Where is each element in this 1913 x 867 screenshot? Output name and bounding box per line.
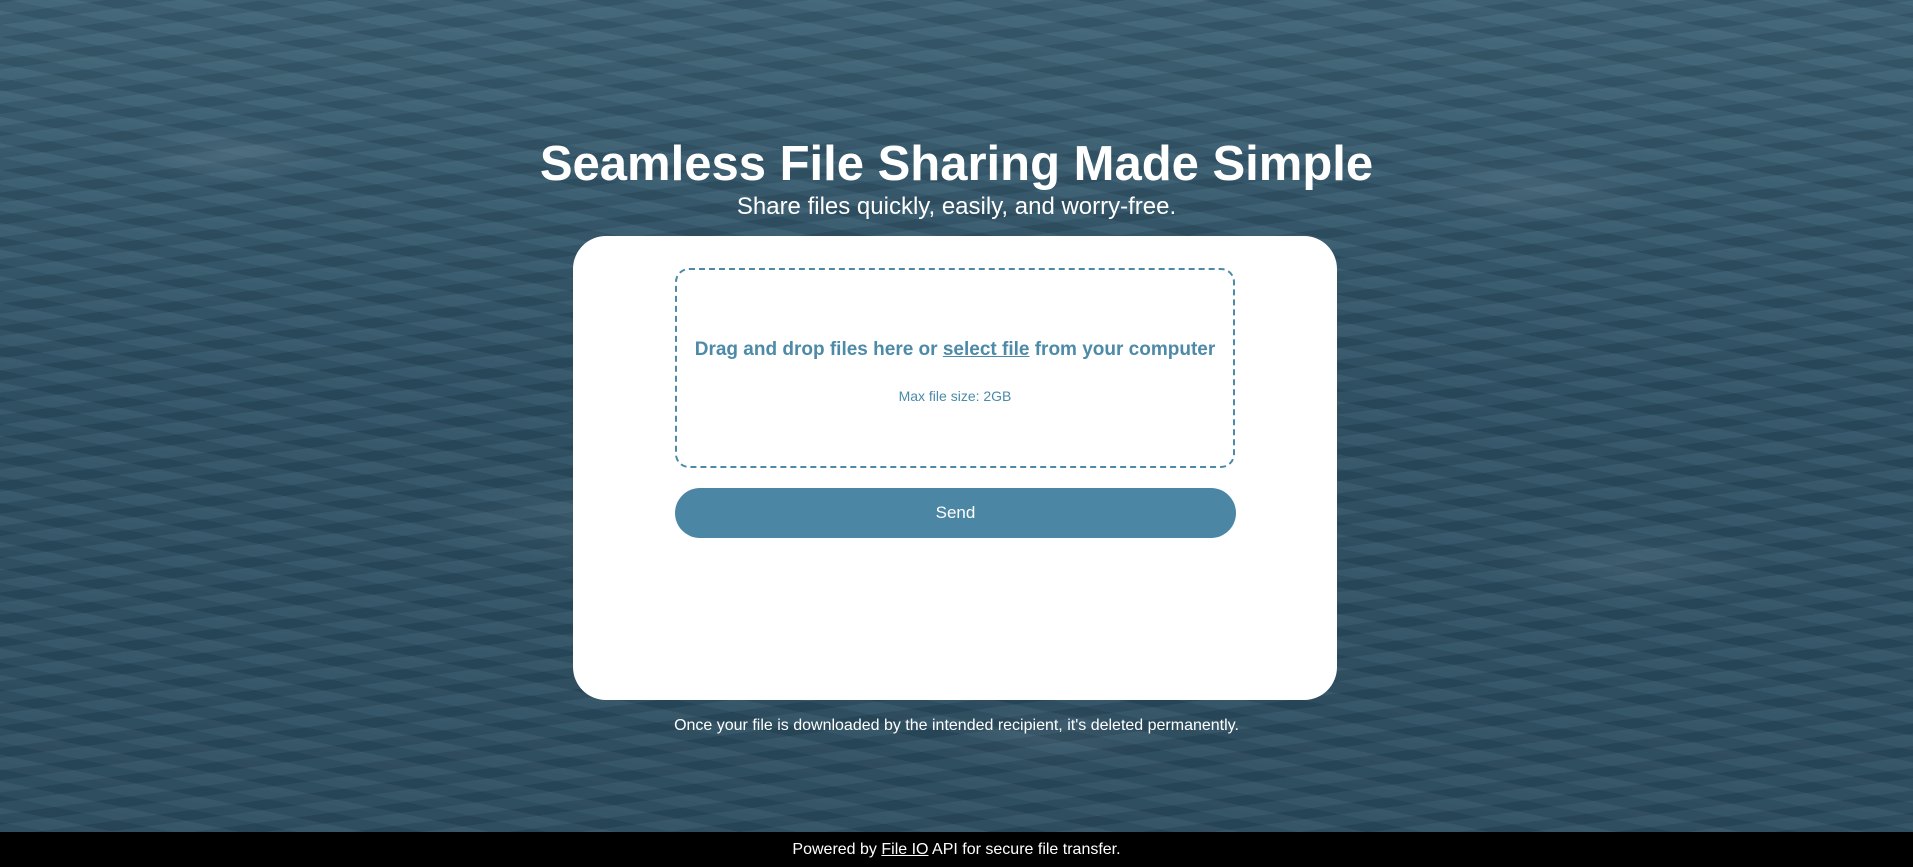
file-dropzone[interactable]: Drag and drop files here or select file … [675, 268, 1235, 468]
dropzone-text-after: from your computer [1029, 339, 1216, 360]
page-title: Seamless File Sharing Made Simple [539, 137, 1374, 191]
deletion-notice: Once your file is downloaded by the inte… [674, 717, 1239, 734]
footer-prefix: Powered by [792, 841, 882, 858]
dropzone-instructions: Drag and drop files here or select file … [677, 338, 1233, 362]
page-subtitle: Share files quickly, easily, and worry-f… [736, 193, 1177, 220]
footer-suffix: API for secure file transfer. [928, 841, 1121, 858]
max-file-size-label: Max file size: 2GB [898, 388, 1012, 404]
send-button[interactable]: Send [675, 488, 1236, 538]
select-file-link[interactable]: select file [943, 339, 1030, 360]
footer: Powered by File IO API for secure file t… [0, 832, 1913, 867]
upload-card: Drag and drop files here or select file … [573, 236, 1337, 700]
dropzone-text-before: Drag and drop files here or [694, 339, 943, 360]
page-background: Seamless File Sharing Made Simple Share … [0, 0, 1913, 867]
file-io-link[interactable]: File IO [881, 841, 928, 858]
